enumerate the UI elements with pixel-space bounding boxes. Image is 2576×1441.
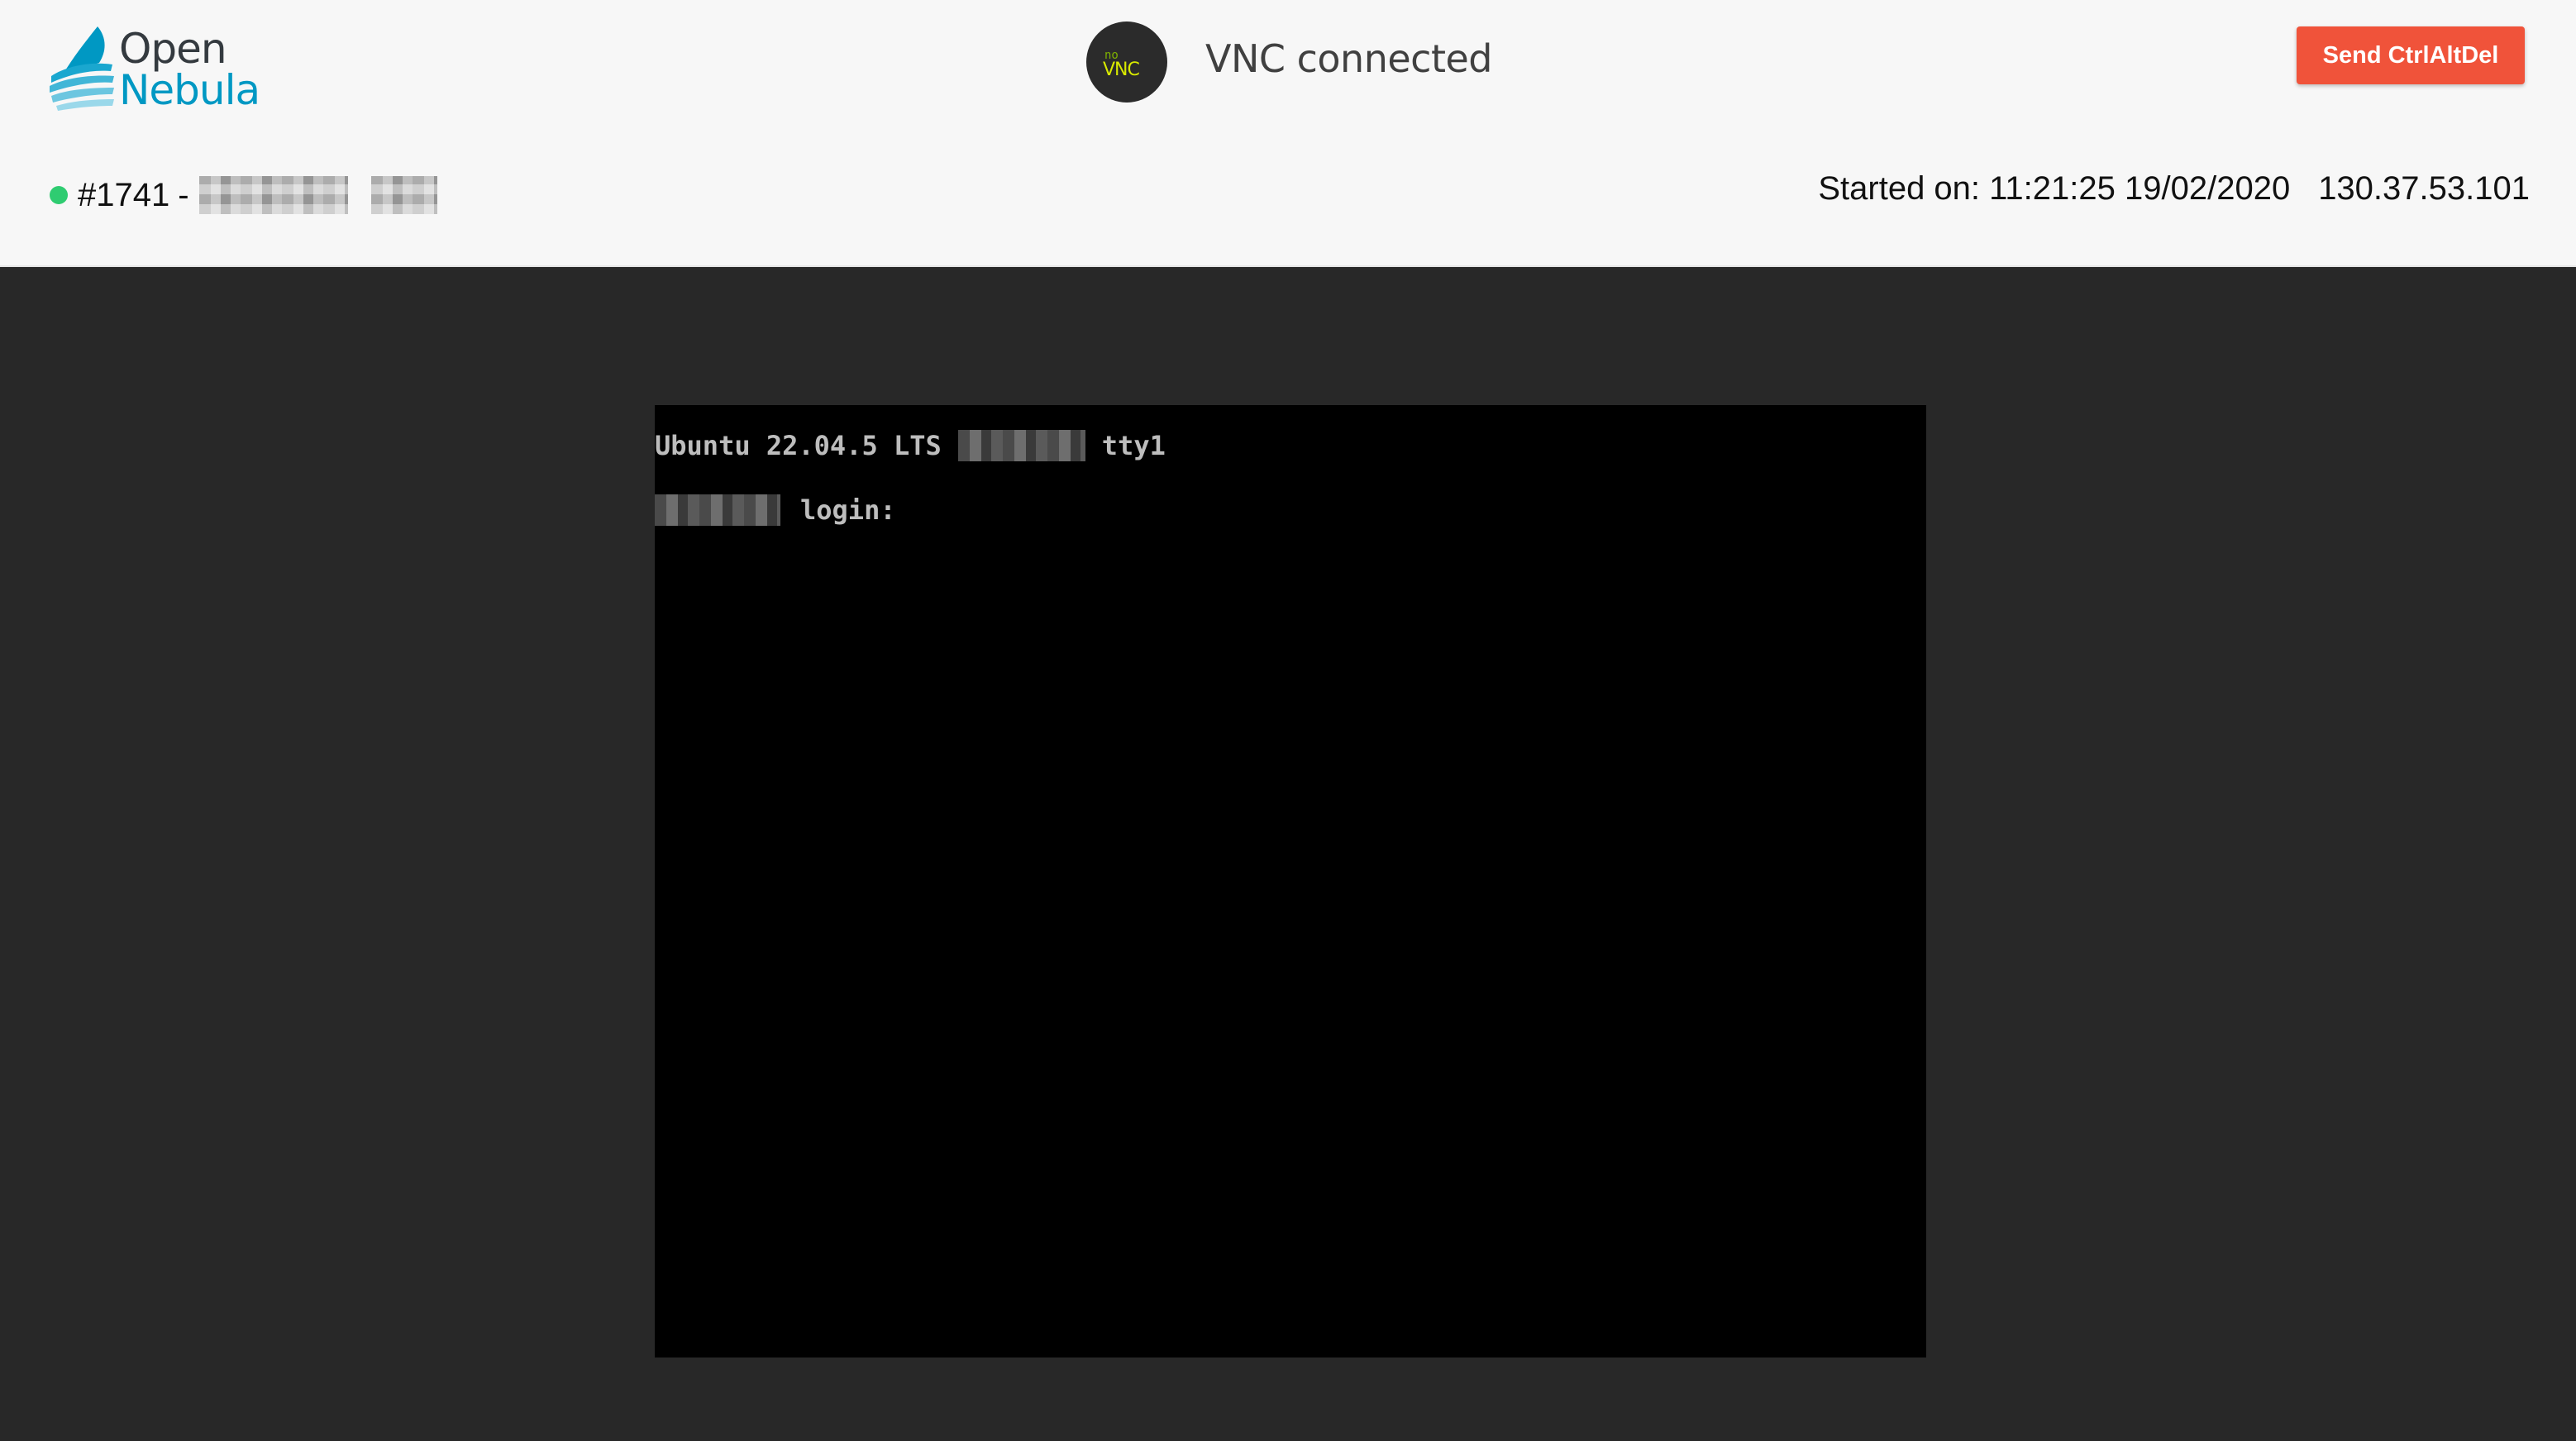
vnc-console-screen[interactable]: Ubuntu 22.04.5 LTS tty1 login: (655, 405, 1926, 1357)
opennebula-logo: Open Nebula (48, 25, 288, 114)
vm-name-redacted (198, 176, 348, 214)
console-hostname-redacted (957, 430, 1085, 461)
console-tty: tty1 (1101, 430, 1166, 461)
vm-ip-address: 130.37.53.101 (2318, 170, 2530, 207)
logo-text-nebula: Nebula (119, 66, 260, 114)
vnc-connection-status: VNC connected (1205, 36, 1493, 81)
vm-id: #1741 (78, 176, 170, 213)
console-os-version: Ubuntu 22.04.5 LTS (655, 430, 942, 461)
vm-meta: Started on: 11:21:25 19/02/2020 130.37.5… (1818, 170, 2530, 208)
console-line-2: login: (655, 494, 896, 526)
console-login-host-redacted (655, 494, 780, 526)
novnc-logo: no VNC (1086, 21, 1167, 103)
vm-status-indicator-icon (50, 186, 68, 204)
opennebula-logo-icon (50, 26, 114, 111)
console-login-prompt: login: (800, 494, 896, 526)
novnc-logo-vnc: VNC (1103, 60, 1140, 80)
console-line-1: Ubuntu 22.04.5 LTS tty1 (655, 430, 1166, 461)
vm-started-on: Started on: 11:21:25 19/02/2020 (1818, 170, 2291, 207)
send-ctrl-alt-del-button[interactable]: Send CtrlAltDel (2297, 26, 2525, 84)
vm-info: #1741 - (50, 172, 437, 218)
vm-name-redacted-2 (370, 176, 437, 214)
header-bar: Open Nebula no VNC VNC connected Send Ct… (0, 0, 2576, 267)
vm-id-separator: - (178, 176, 189, 213)
